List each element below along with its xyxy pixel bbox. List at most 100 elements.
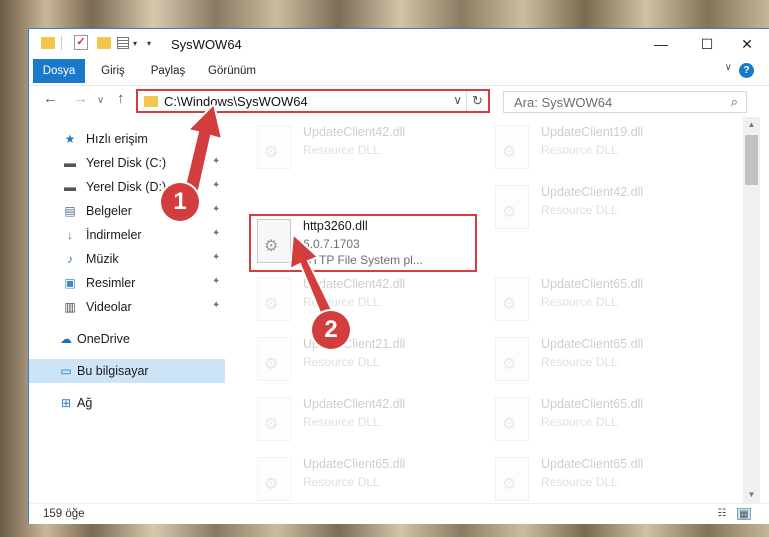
scroll-up-icon[interactable]: ▲ xyxy=(743,117,760,133)
file-name: UpdateClient42.dll xyxy=(303,397,406,411)
status-bar: 159 öğe ☷ ▦ xyxy=(29,503,769,524)
back-button[interactable]: ← xyxy=(43,90,58,107)
sidebar-item-network[interactable]: ⊞ Ağ xyxy=(29,391,225,415)
divider xyxy=(61,36,62,50)
search-input[interactable]: Ara: SysWOW64 ⌕ xyxy=(503,91,747,113)
item-count: 159 öğe xyxy=(43,508,85,520)
dll-file-icon xyxy=(495,185,529,229)
folder-icon xyxy=(144,96,158,107)
dll-file-icon xyxy=(495,457,529,501)
file-item[interactable]: UpdateClient21.dll Resource DLL xyxy=(251,333,481,389)
file-item[interactable]: UpdateClient42.dll Resource DLL xyxy=(489,181,719,237)
help-icon[interactable]: ? xyxy=(739,63,754,78)
dll-file-icon xyxy=(257,337,291,381)
sidebar-item-quick-access[interactable]: ★ Hızlı erişim xyxy=(29,127,225,151)
file-type: Resource DLL xyxy=(303,415,380,429)
sidebar-item-downloads[interactable]: ↓ İndirmeler ✦ xyxy=(29,223,225,247)
scroll-down-icon[interactable]: ▼ xyxy=(743,487,760,503)
network-icon: ⊞ xyxy=(60,396,72,410)
tab-file[interactable]: Dosya xyxy=(33,59,85,83)
sidebar-item-disk-c[interactable]: ▬ Yerel Disk (C:) ✦ xyxy=(29,151,225,175)
pin-icon[interactable]: ✦ xyxy=(212,156,220,167)
sidebar-item-label: OneDrive xyxy=(77,332,130,346)
address-path[interactable]: C:\Windows\SysWOW64 xyxy=(164,94,308,109)
file-type: Resource DLL xyxy=(541,143,618,157)
file-item[interactable]: UpdateClient19.dll Resource DLL xyxy=(489,121,719,177)
chevron-down-icon[interactable]: ∨ xyxy=(453,93,462,107)
file-item[interactable]: UpdateClient42.dll Resource DLL xyxy=(251,121,481,177)
new-folder-icon[interactable] xyxy=(97,37,111,49)
sidebar-item-label: Yerel Disk (D:) xyxy=(86,180,167,194)
search-icon[interactable]: ⌕ xyxy=(731,94,738,110)
view-properties-icon[interactable] xyxy=(117,37,129,49)
recent-locations-button[interactable]: ∨ xyxy=(97,95,104,106)
file-type: Resource DLL xyxy=(541,203,618,217)
search-placeholder: Ara: SysWOW64 xyxy=(514,95,613,110)
pin-icon[interactable]: ✦ xyxy=(212,276,220,287)
tab-view[interactable]: Görünüm xyxy=(201,59,263,83)
sidebar-item-videos[interactable]: ▥ Videolar ✦ xyxy=(29,295,225,319)
dll-file-icon xyxy=(257,397,291,441)
file-name: UpdateClient42.dll xyxy=(303,277,406,291)
sidebar-item-label: Bu bilgisayar xyxy=(77,364,149,378)
scroll-thumb[interactable] xyxy=(745,135,758,185)
tab-share[interactable]: Paylaş xyxy=(143,59,193,83)
computer-icon: ▭ xyxy=(60,364,72,378)
up-button[interactable]: ↑ xyxy=(117,90,125,107)
title-bar: ✓ ▾ ▾ SysWOW64 — ☐ ✕ xyxy=(29,29,769,59)
file-item[interactable]: UpdateClient42.dll Resource DLL xyxy=(251,393,481,449)
drive-icon: ▬ xyxy=(64,156,76,170)
dll-file-icon xyxy=(257,277,291,321)
tab-home[interactable]: Giriş xyxy=(93,59,133,83)
file-name: UpdateClient42.dll xyxy=(541,185,644,199)
refresh-button[interactable]: ↻ xyxy=(466,91,488,111)
pin-icon[interactable]: ✦ xyxy=(212,204,220,215)
ribbon-tabs: Dosya Giriş Paylaş Görünüm ∨ ? xyxy=(29,59,769,83)
customize-toolbar-icon[interactable]: ▾ xyxy=(147,39,151,48)
folder-icon[interactable] xyxy=(41,37,55,49)
sidebar-item-label: Belgeler xyxy=(86,204,132,218)
music-icon: ♪ xyxy=(67,252,73,266)
step-2-badge: 2 xyxy=(312,311,350,349)
file-item[interactable]: UpdateClient65.dll Resource DLL xyxy=(489,453,719,503)
file-type: Resource DLL xyxy=(303,475,380,489)
dll-file-icon xyxy=(495,125,529,169)
window-title: SysWOW64 xyxy=(171,37,242,52)
drive-icon: ▬ xyxy=(64,180,76,194)
pin-icon[interactable]: ✦ xyxy=(212,228,220,239)
forward-button[interactable]: → xyxy=(73,90,88,107)
tiles-view-icon[interactable]: ▦ xyxy=(737,508,751,520)
sidebar-item-pictures[interactable]: ▣ Resimler ✦ xyxy=(29,271,225,295)
pin-icon[interactable]: ✦ xyxy=(212,180,220,191)
pictures-icon: ▣ xyxy=(64,276,76,290)
file-name: UpdateClient65.dll xyxy=(541,337,644,351)
file-item[interactable]: UpdateClient42.dll Resource DLL xyxy=(251,273,481,329)
file-type: Resource DLL xyxy=(303,295,380,309)
expand-ribbon-icon[interactable]: ∨ xyxy=(725,62,732,73)
file-item[interactable]: UpdateClient65.dll Resource DLL xyxy=(489,393,719,449)
sidebar-item-this-pc[interactable]: ▭ Bu bilgisayar xyxy=(29,359,225,383)
selection-highlight-box xyxy=(249,214,477,272)
sidebar-item-music[interactable]: ♪ Müzik ✦ xyxy=(29,247,225,271)
file-item[interactable]: UpdateClient65.dll Resource DLL xyxy=(489,333,719,389)
vertical-scrollbar[interactable]: ▲ ▼ xyxy=(743,117,760,503)
properties-check-icon[interactable]: ✓ xyxy=(74,35,88,50)
pin-icon[interactable]: ✦ xyxy=(212,300,220,311)
chevron-down-icon[interactable]: ▾ xyxy=(133,39,137,48)
minimize-button[interactable]: — xyxy=(638,29,684,59)
file-type: Resource DLL xyxy=(541,295,618,309)
pin-icon[interactable]: ✦ xyxy=(212,252,220,263)
video-icon: ▥ xyxy=(64,300,76,314)
file-name: UpdateClient65.dll xyxy=(303,457,406,471)
details-view-icon[interactable]: ☷ xyxy=(715,508,729,520)
dll-file-icon xyxy=(495,337,529,381)
sidebar-item-label: Ağ xyxy=(77,396,93,410)
documents-icon: ▤ xyxy=(64,204,76,218)
file-item[interactable]: UpdateClient65.dll Resource DLL xyxy=(489,273,719,329)
file-item[interactable]: UpdateClient65.dll Resource DLL xyxy=(251,453,481,503)
sidebar-item-onedrive[interactable]: ☁ OneDrive xyxy=(29,327,225,351)
close-button[interactable]: ✕ xyxy=(724,29,769,59)
address-bar[interactable]: C:\Windows\SysWOW64 ∨ ↻ xyxy=(136,89,490,113)
sidebar-item-label: İndirmeler xyxy=(86,228,142,242)
file-type: Resource DLL xyxy=(541,355,618,369)
